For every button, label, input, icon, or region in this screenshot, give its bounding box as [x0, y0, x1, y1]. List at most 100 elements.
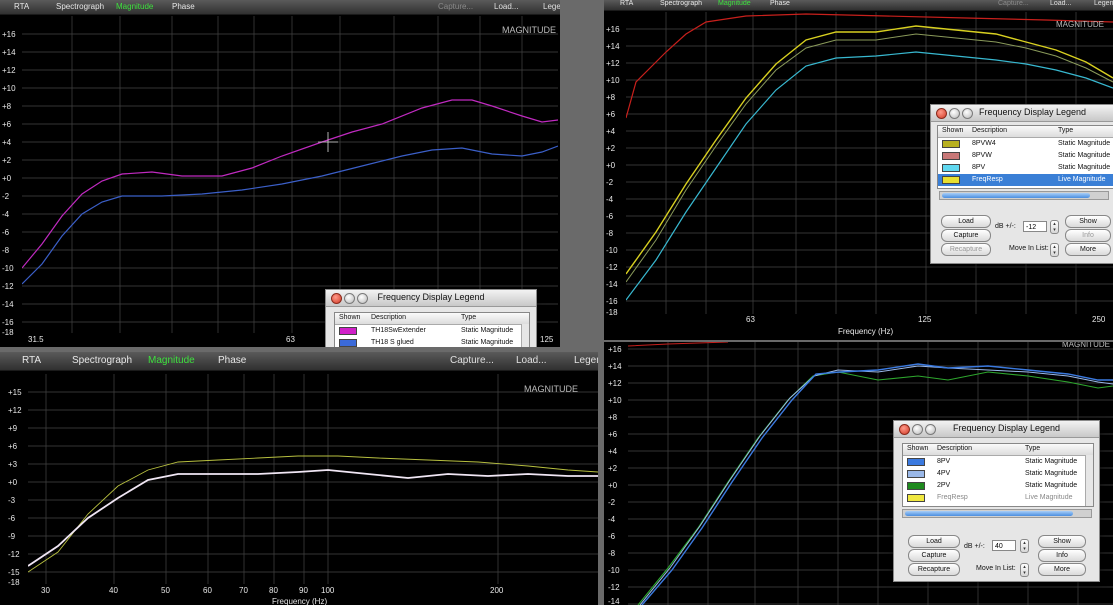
legend-scrollbar[interactable]	[521, 324, 529, 347]
color-swatch[interactable]	[907, 458, 925, 466]
scrollbar-thumb[interactable]	[905, 511, 1073, 516]
x-tick: 40	[109, 586, 118, 595]
capture-button[interactable]: Capture	[908, 549, 960, 562]
legend-row[interactable]: 8PV Static Magnitude	[903, 456, 1093, 468]
color-swatch[interactable]	[339, 327, 357, 335]
series-8pvw	[626, 13, 1113, 119]
db-offset-field[interactable]: 40	[992, 540, 1016, 551]
capture-button[interactable]: Capture...	[998, 0, 1029, 7]
recapture-button[interactable]: Recapture	[941, 243, 991, 256]
color-swatch[interactable]	[907, 494, 925, 502]
legend-row-selected[interactable]: FreqResp Live Magnitude	[938, 174, 1113, 186]
color-swatch[interactable]	[907, 470, 925, 478]
info-button[interactable]: Info	[1038, 549, 1086, 562]
legend-row[interactable]: 8PVW4 Static Magnitude	[938, 138, 1113, 150]
recapture-button[interactable]: Recapture	[908, 563, 960, 576]
legend-row[interactable]: 2PV Static Magnitude	[903, 480, 1093, 492]
legend-horizontal-scrollbar[interactable]	[902, 509, 1092, 518]
load-button[interactable]: Load	[908, 535, 960, 548]
tab-spectrograph[interactable]: Spectrograph	[56, 2, 104, 11]
capture-button[interactable]: Capture...	[450, 355, 494, 366]
tab-rta[interactable]: RTA	[620, 0, 633, 7]
legend-row[interactable]: TH18 S glued Static Magnitude	[335, 337, 529, 347]
tab-magnitude[interactable]: Magnitude	[148, 355, 195, 366]
tab-magnitude[interactable]: Magnitude	[116, 2, 153, 11]
close-icon[interactable]	[899, 424, 910, 435]
legend-row[interactable]: TH18SwExtender Static Magnitude	[335, 325, 529, 337]
x-tick: 70	[239, 586, 248, 595]
row-description: FreqResp	[937, 494, 968, 501]
info-button[interactable]: Info	[1065, 229, 1111, 242]
frequency-legend-window[interactable]: Frequency Display Legend Shown Descripti…	[893, 420, 1100, 582]
y-tick: +4	[608, 447, 618, 456]
more-button[interactable]: More	[1065, 243, 1111, 256]
stepper-icon[interactable]: ▴ ▾	[1020, 563, 1029, 577]
row-description: TH18 S glued	[371, 339, 414, 346]
header-type: Type	[1025, 445, 1041, 452]
legend-row[interactable]: 8PV Static Magnitude	[938, 162, 1113, 174]
color-swatch[interactable]	[942, 164, 960, 172]
show-button[interactable]: Show	[1038, 535, 1086, 548]
tab-phase[interactable]: Phase	[172, 2, 195, 11]
capture-button[interactable]: Capture...	[438, 2, 473, 11]
color-swatch[interactable]	[942, 176, 960, 184]
tab-phase[interactable]: Phase	[218, 355, 246, 366]
y-tick: -8	[2, 246, 10, 255]
legend-title: Frequency Display Legend	[952, 423, 1061, 433]
frequency-legend-window[interactable]: Frequency Display Legend Shown Descripti…	[930, 104, 1113, 264]
legend-horizontal-scrollbar[interactable]	[939, 191, 1109, 200]
y-tick: +10	[608, 396, 622, 405]
legend-titlebar[interactable]: Frequency Display Legend	[931, 105, 1113, 122]
tab-spectrograph[interactable]: Spectrograph	[660, 0, 702, 7]
tab-spectrograph[interactable]: Spectrograph	[72, 355, 132, 366]
stepper-icon[interactable]: ▴ ▾	[1050, 243, 1059, 257]
legend-scrollbar[interactable]	[1085, 455, 1093, 506]
load-button[interactable]: Load	[941, 215, 991, 228]
db-offset-field[interactable]: -12	[1023, 221, 1047, 232]
load-button[interactable]: Load...	[494, 2, 518, 11]
legend-table-header: Shown Description Type	[335, 313, 529, 325]
legend-titlebar[interactable]: Frequency Display Legend	[326, 290, 536, 307]
legend-button[interactable]: Legend	[543, 2, 560, 11]
legend-button[interactable]: Legend	[1094, 0, 1113, 7]
color-swatch[interactable]	[942, 152, 960, 160]
y-tick: +16	[2, 30, 16, 39]
legend-title: Frequency Display Legend	[978, 107, 1087, 117]
legend-table[interactable]: Shown Description Type 8PV Static Magnit…	[902, 443, 1094, 507]
legend-table[interactable]: Shown Description Type TH18SwExtender St…	[334, 312, 530, 347]
magnitude-label: MAGNITUDE	[1056, 20, 1104, 29]
row-description: 4PV	[937, 470, 951, 477]
frequency-legend-window[interactable]: Frequency Display Legend Shown Descripti…	[325, 289, 537, 347]
legend-row[interactable]: 8PVW Static Magnitude	[938, 150, 1113, 162]
y-tick: -2	[2, 192, 10, 201]
y-tick: +9	[8, 424, 18, 433]
close-icon[interactable]	[936, 108, 947, 119]
load-button[interactable]: Load...	[516, 355, 547, 366]
more-button[interactable]: More	[1038, 563, 1086, 576]
header-type: Type	[461, 314, 477, 321]
stepper-icon[interactable]: ▴ ▾	[1020, 539, 1029, 553]
capture-button[interactable]: Capture	[941, 229, 991, 242]
stepper-icon[interactable]: ▴ ▾	[1050, 220, 1059, 234]
legend-row[interactable]: FreqResp Live Magnitude	[903, 492, 1093, 504]
scrollbar-thumb[interactable]	[942, 193, 1090, 198]
magnitude-plot[interactable]	[22, 16, 558, 333]
legend-row[interactable]: 4PV Static Magnitude	[903, 468, 1093, 480]
legend-table[interactable]: Shown Description Type 8PVW4 Static Magn…	[937, 125, 1113, 189]
color-swatch[interactable]	[942, 140, 960, 148]
show-button[interactable]: Show	[1065, 215, 1111, 228]
y-axis-labels: +16 +14 +12 +10 +8 +6 +4 +2 +0 -2 -4 -6 …	[2, 16, 22, 337]
y-tick: -18	[606, 308, 618, 317]
color-swatch[interactable]	[339, 339, 357, 347]
tab-magnitude[interactable]: Magnitude	[718, 0, 751, 7]
legend-titlebar[interactable]: Frequency Display Legend	[894, 421, 1099, 438]
tab-rta[interactable]: RTA	[14, 2, 29, 11]
tab-phase[interactable]: Phase	[770, 0, 790, 7]
load-button[interactable]: Load...	[1050, 0, 1071, 7]
legend-button[interactable]: Legen	[574, 355, 598, 366]
y-tick: -2	[606, 178, 614, 187]
tab-rta[interactable]: RTA	[22, 355, 41, 366]
y-tick: +6	[606, 110, 616, 119]
color-swatch[interactable]	[907, 482, 925, 490]
magnitude-plot[interactable]	[28, 374, 598, 584]
